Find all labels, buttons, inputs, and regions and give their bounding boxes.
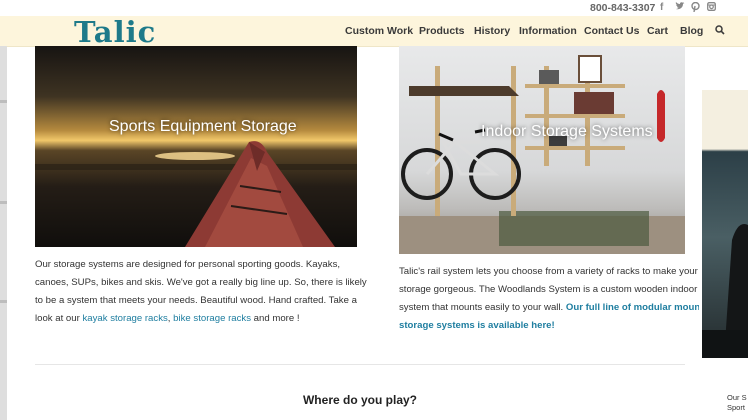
outdoor-storage-image[interactable] (702, 90, 748, 358)
desc-text: system that mounts easily to your wall. (399, 302, 566, 313)
desc-line: storage gorgeous. The Woodlands System i… (399, 284, 698, 295)
pinterest-icon[interactable] (691, 1, 700, 15)
cut-off-card-description: Our S Sport (727, 393, 747, 413)
desc-line: canoes, SUPs, bikes and skis. We've got … (35, 277, 367, 288)
instagram-icon[interactable] (707, 2, 716, 14)
facebook-icon[interactable]: f (660, 2, 663, 13)
indoor-storage-image[interactable]: Indoor Storage Systems (399, 46, 685, 254)
desc-line: Talic's rail system lets you choose from… (399, 266, 698, 277)
section-divider (35, 364, 685, 365)
nav-item-custom-work[interactable]: Custom Work (345, 25, 413, 37)
desc-text: and more ! (251, 313, 300, 324)
desc-line: to be a system that meets your needs. Be… (35, 295, 357, 306)
kayak-sunset-image[interactable]: Sports Equipment Storage (35, 46, 357, 247)
logo[interactable]: Talic (74, 16, 156, 48)
modular-systems-link-cont[interactable]: storage systems is available here! (399, 320, 555, 331)
card-description: Talic's rail system lets you choose from… (399, 263, 699, 335)
modular-systems-link[interactable]: Our full line of modular moun (566, 302, 699, 313)
desc-line: storage systems is available here! (399, 317, 699, 335)
desc-line: Sport (727, 403, 745, 412)
nav-item-blog[interactable]: Blog (680, 25, 703, 37)
bike-storage-racks-link[interactable]: bike storage racks (173, 313, 251, 324)
left-edge-strip (0, 46, 7, 420)
nav-item-information[interactable]: Information (519, 25, 577, 37)
kayak-storage-racks-link[interactable]: kayak storage racks (82, 313, 167, 324)
site-header: Talic Custom Work Products History Infor… (0, 16, 748, 48)
desc-line: Our storage systems are designed for per… (35, 259, 341, 270)
desc-line: Our S (727, 393, 747, 402)
card-title[interactable]: Sports Equipment Storage (109, 118, 297, 136)
desc-line: look at our kayak storage racks, bike st… (35, 310, 370, 328)
nav-item-products[interactable]: Products (419, 25, 465, 37)
nav-item-history[interactable]: History (474, 25, 510, 37)
twitter-icon[interactable] (675, 2, 685, 14)
desc-line: system that mounts easily to your wall. … (399, 299, 699, 317)
card-title[interactable]: Indoor Storage Systems (481, 123, 653, 141)
section-heading: Where do you play? (302, 393, 417, 407)
nav-item-cart[interactable]: Cart (647, 25, 668, 37)
card-description: Our storage systems are designed for per… (35, 256, 370, 328)
desc-text: look at our (35, 313, 83, 324)
utility-bar: 800-843-3307 f (0, 0, 748, 14)
phone-number[interactable]: 800-843-3307 (590, 2, 655, 14)
search-icon[interactable] (714, 24, 726, 36)
nav-item-contact-us[interactable]: Contact Us (584, 25, 639, 37)
